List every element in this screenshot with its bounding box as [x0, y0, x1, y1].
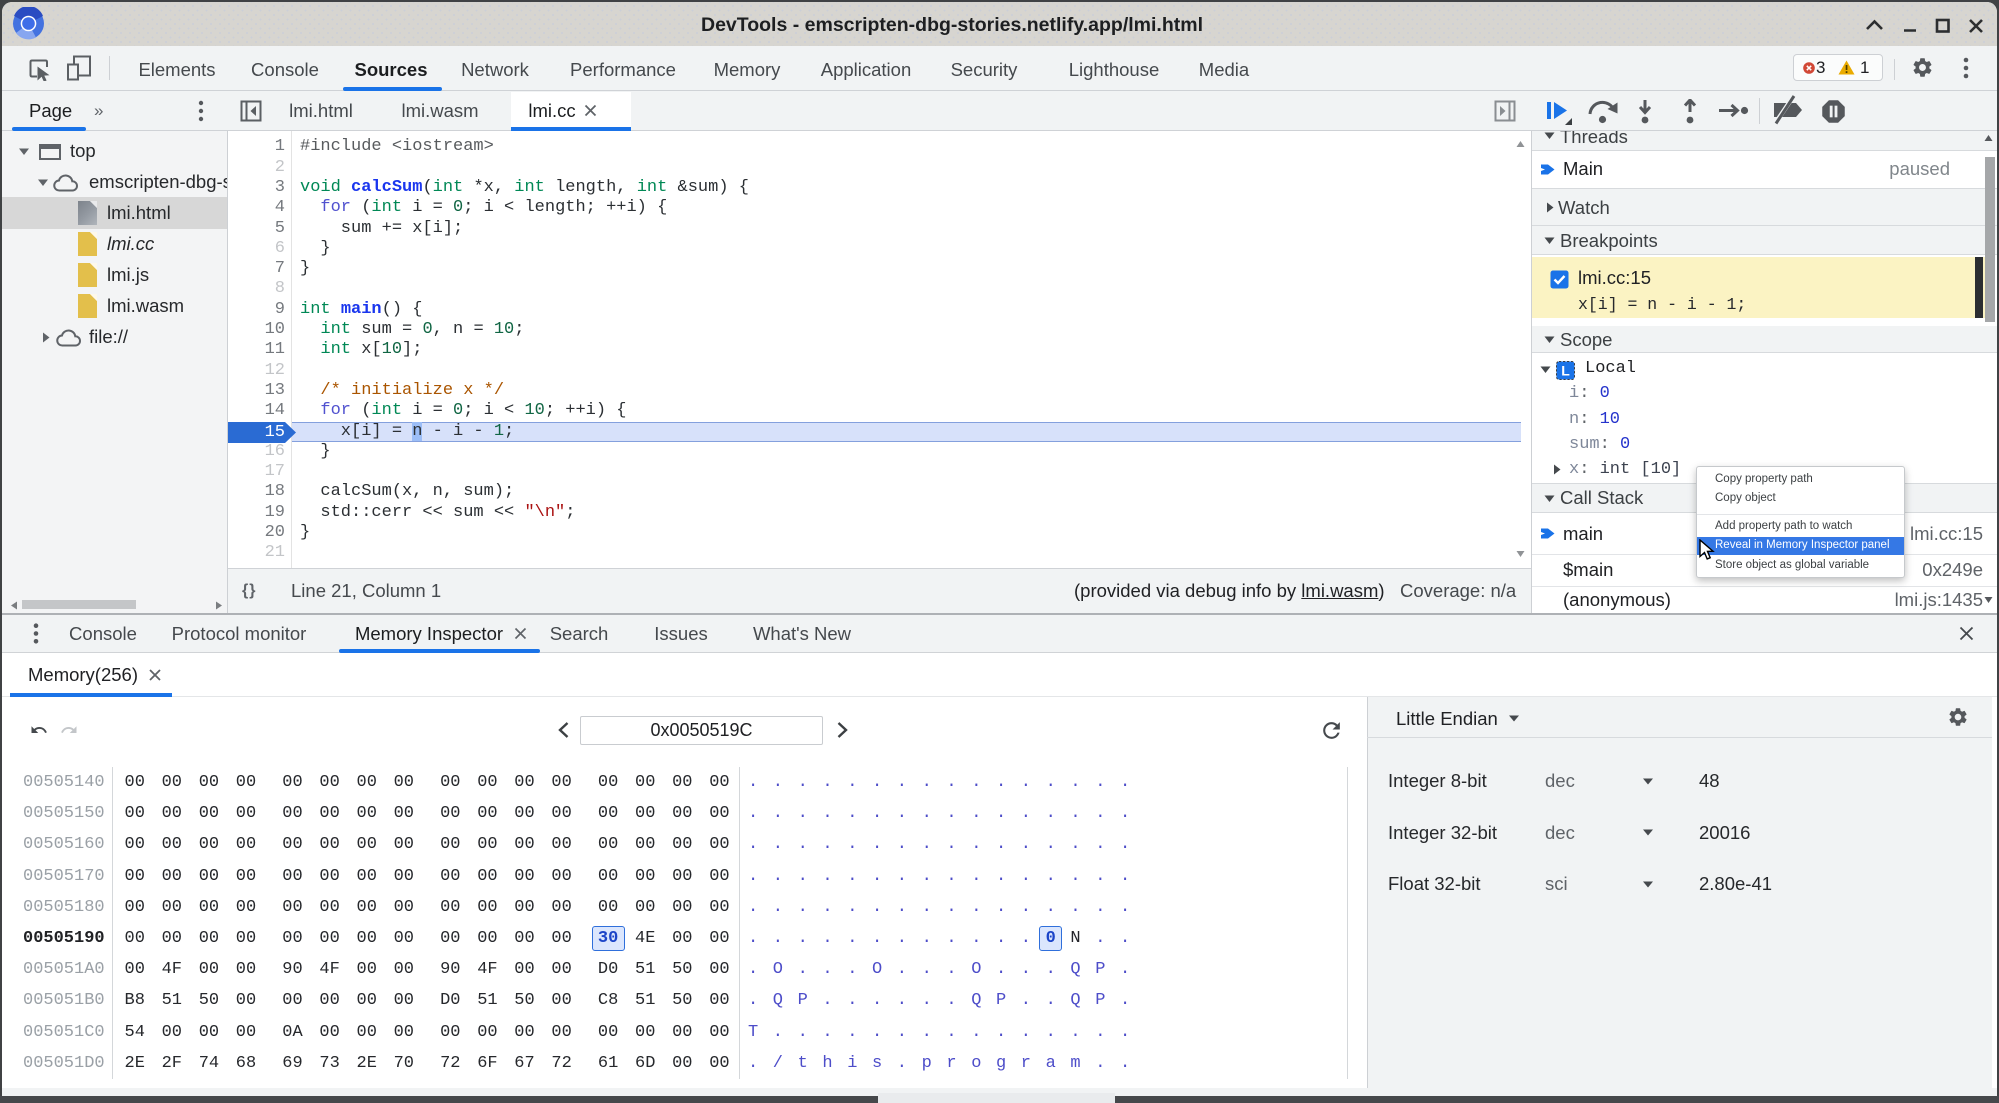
svg-text:L: L: [1561, 363, 1570, 379]
